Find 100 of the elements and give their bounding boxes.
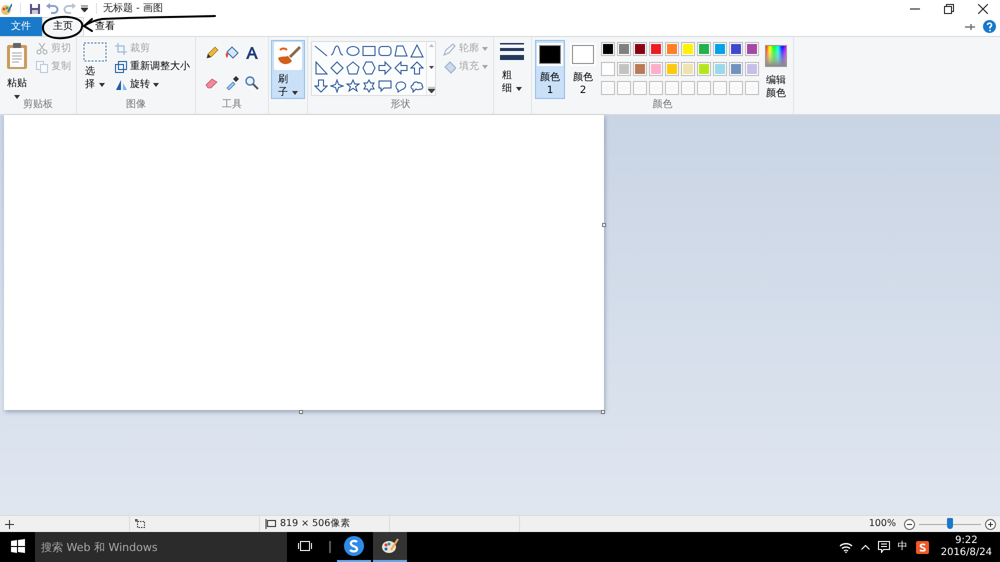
palette-color[interactable] xyxy=(681,62,695,76)
text-icon[interactable] xyxy=(245,46,259,60)
palette-color[interactable] xyxy=(713,42,727,56)
resize-handle[interactable] xyxy=(601,410,605,414)
brushes-button[interactable]: 刷子 xyxy=(271,40,305,99)
empty-color-slot[interactable] xyxy=(713,81,727,96)
right-triangle-icon[interactable] xyxy=(314,61,328,76)
diamond-icon[interactable] xyxy=(330,61,344,76)
rectangle-icon[interactable] xyxy=(362,44,376,58)
empty-color-slot[interactable] xyxy=(633,81,647,96)
resize-handle[interactable] xyxy=(602,223,606,227)
pentagon-icon[interactable] xyxy=(346,61,360,76)
empty-color-slot[interactable] xyxy=(697,81,711,96)
palette-color[interactable] xyxy=(649,42,663,56)
file-menu-tab[interactable]: 文件 xyxy=(0,17,42,36)
magnifier-icon[interactable] xyxy=(245,76,259,90)
empty-color-slot[interactable] xyxy=(649,81,663,96)
palette-color[interactable] xyxy=(617,42,631,56)
rounded-rectangle-icon[interactable] xyxy=(378,44,392,58)
expand-gallery-icon[interactable] xyxy=(428,87,434,93)
customize-caret-icon[interactable] xyxy=(81,5,88,12)
palette-color[interactable] xyxy=(745,42,759,56)
palette-color[interactable] xyxy=(681,42,695,56)
palette-color[interactable] xyxy=(745,62,759,76)
oval-callout-icon[interactable] xyxy=(394,78,408,93)
left-arrow-icon[interactable] xyxy=(394,61,408,76)
caret-icon xyxy=(99,83,105,87)
wifi-icon[interactable] xyxy=(838,542,853,552)
curve-icon[interactable] xyxy=(330,44,344,58)
down-arrow-icon[interactable] xyxy=(314,78,328,93)
palette-color[interactable] xyxy=(649,62,663,76)
size-button[interactable]: 粗细 xyxy=(497,40,527,99)
zoom-slider[interactable] xyxy=(919,518,981,530)
help-icon[interactable] xyxy=(983,20,996,33)
speech-bubble-icon[interactable] xyxy=(378,78,392,93)
color-2-button[interactable]: 颜色 2 xyxy=(568,40,598,99)
palette-color[interactable] xyxy=(617,62,631,76)
show-hidden-icons-icon[interactable] xyxy=(860,544,870,550)
empty-color-slot[interactable] xyxy=(617,81,631,96)
four-point-star-icon[interactable] xyxy=(330,78,344,93)
scroll-down-icon[interactable] xyxy=(428,66,434,68)
empty-color-slot[interactable] xyxy=(665,81,679,96)
palette-color[interactable] xyxy=(633,42,647,56)
resize-handle[interactable] xyxy=(299,410,303,414)
save-icon[interactable] xyxy=(29,2,41,14)
clipboard-icon xyxy=(6,42,28,70)
five-point-star-icon[interactable] xyxy=(346,78,360,93)
triangle-icon[interactable] xyxy=(410,44,424,58)
brush-icon xyxy=(274,42,302,70)
paint-bucket-icon[interactable] xyxy=(225,46,239,60)
palette-color[interactable] xyxy=(633,62,647,76)
clock-time[interactable]: 9:22 xyxy=(955,535,978,547)
notifications-icon[interactable] xyxy=(878,541,890,553)
s-logo-icon[interactable] xyxy=(916,540,929,554)
ribbon-tab[interactable]: 查看 xyxy=(84,17,126,36)
palette-color[interactable] xyxy=(665,42,679,56)
right-arrow-icon[interactable] xyxy=(378,61,392,76)
cloud-callout-icon[interactable] xyxy=(410,78,424,93)
polygon-icon[interactable] xyxy=(394,44,408,58)
color-1-button[interactable]: 颜色 1 xyxy=(535,40,565,99)
six-point-star-icon[interactable] xyxy=(362,78,376,93)
search-field[interactable]: 搜索 Web 和 Windows xyxy=(35,532,287,562)
pencil-icon[interactable] xyxy=(205,46,219,60)
edit-colors-button[interactable]: 编辑颜色 xyxy=(762,40,790,99)
line-icon[interactable] xyxy=(314,44,328,58)
paste-button[interactable]: 粘贴 xyxy=(3,40,31,99)
dashed-rectangle-icon xyxy=(83,42,107,62)
color-picker-icon[interactable] xyxy=(225,76,239,90)
up-arrow-icon[interactable] xyxy=(410,61,424,76)
taskbar-app-button[interactable] xyxy=(373,532,407,562)
scissors-icon xyxy=(36,43,48,55)
zoom-out-icon[interactable] xyxy=(904,518,915,530)
palette-color[interactable] xyxy=(713,62,727,76)
caret-icon xyxy=(482,65,488,69)
group-label: 剪贴板 xyxy=(22,99,54,112)
empty-color-slot[interactable] xyxy=(601,81,615,96)
rotate-button[interactable]: 旋转 xyxy=(113,76,192,94)
caret-icon xyxy=(153,83,159,87)
palette-color[interactable] xyxy=(601,42,615,56)
palette-color[interactable] xyxy=(665,62,679,76)
shapes-gallery[interactable] xyxy=(311,41,436,96)
empty-color-slot[interactable] xyxy=(729,81,743,96)
clock-date[interactable]: 2016/8/24 xyxy=(940,547,992,559)
palette-color[interactable] xyxy=(601,62,615,76)
palette-color[interactable] xyxy=(697,42,711,56)
palette-color[interactable] xyxy=(729,62,743,76)
palette-color[interactable] xyxy=(729,42,743,56)
hexagon-icon[interactable] xyxy=(362,61,376,76)
empty-color-slot[interactable] xyxy=(681,81,695,96)
select-button[interactable]: 选择 xyxy=(80,40,110,99)
resize-button[interactable]: 重新调整大小 xyxy=(113,58,192,76)
input-method-indicator[interactable]: 中 xyxy=(898,541,908,553)
group-label: 工具 xyxy=(221,99,243,112)
s-logo-icon xyxy=(344,536,364,556)
pin-icon[interactable] xyxy=(965,22,975,30)
palette-color[interactable] xyxy=(697,62,711,76)
oval-icon[interactable] xyxy=(346,44,360,58)
zoom-in-icon[interactable] xyxy=(985,518,996,530)
slider-thumb[interactable] xyxy=(947,518,953,529)
empty-color-slot[interactable] xyxy=(745,81,759,96)
